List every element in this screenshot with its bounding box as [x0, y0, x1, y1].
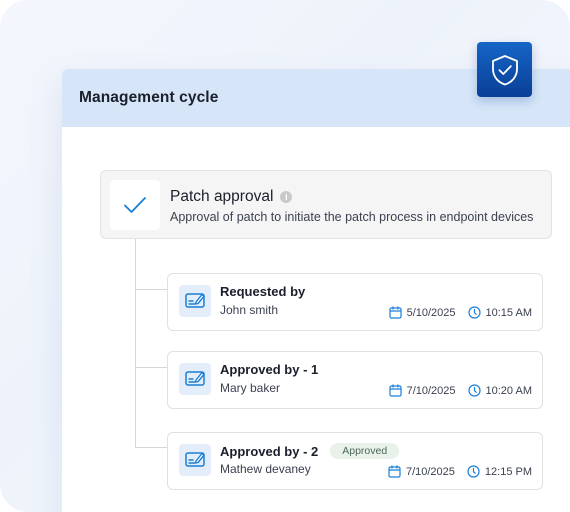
calendar-icon — [388, 306, 402, 319]
patch-title-text: Patch approval — [170, 188, 274, 205]
patch-description: Approval of patch to initiate the patch … — [170, 210, 534, 224]
step-person: Mathew devaney — [220, 462, 311, 476]
step-title-text: Approved by - 2 — [220, 443, 319, 459]
calendar-icon — [388, 384, 402, 397]
patch-title: Patch approval i — [170, 188, 293, 206]
panel-title: Management cycle — [79, 89, 219, 106]
tree-branch — [135, 367, 167, 368]
step-person: John smith — [220, 303, 279, 317]
step-title: Requested by — [220, 284, 305, 299]
checkmark-icon — [110, 180, 160, 230]
step-title-text: Requested by — [220, 284, 306, 299]
patch-approval-card[interactable]: Patch approval i Approval of patch to in… — [100, 170, 552, 239]
step-title-text: Approved by - 1 — [220, 362, 319, 377]
clock-icon — [467, 306, 481, 319]
info-icon[interactable]: i — [280, 191, 293, 203]
shield-check-icon — [477, 42, 532, 97]
step-card-approved-by-1[interactable]: Approved by - 1 Mary baker 7/10/2025 10:… — [167, 351, 543, 409]
tree-connector — [135, 239, 136, 447]
step-meta: 7/10/2025 10:20 AM — [388, 384, 532, 397]
step-card-requested-by[interactable]: Requested by John smith 5/10/2025 10:15 … — [167, 273, 543, 331]
step-time: 12:15 PM — [484, 465, 532, 478]
step-meta: 5/10/2025 10:15 AM — [388, 306, 532, 319]
step-date: 7/10/2025 — [406, 384, 456, 397]
step-title: Approved by - 2 Approved — [220, 443, 400, 459]
clock-icon — [467, 465, 480, 478]
step-title: Approved by - 1 — [220, 362, 318, 377]
status-badge: Approved — [330, 443, 400, 459]
step-time: 10:20 AM — [485, 384, 532, 397]
tree-branch — [135, 289, 167, 290]
signature-document-icon — [179, 285, 211, 317]
step-time: 10:15 AM — [485, 306, 532, 319]
step-card-approved-by-2[interactable]: Approved by - 2 Approved Mathew devaney … — [167, 432, 543, 490]
step-meta: 7/10/2025 12:15 PM — [388, 465, 532, 478]
calendar-icon — [388, 465, 401, 478]
tree-branch — [135, 447, 167, 448]
clock-icon — [467, 384, 481, 397]
step-date: 7/10/2025 — [405, 465, 455, 478]
signature-document-icon — [179, 363, 211, 395]
signature-document-icon — [179, 444, 211, 476]
step-date: 5/10/2025 — [406, 306, 456, 319]
step-person: Mary baker — [220, 381, 281, 395]
